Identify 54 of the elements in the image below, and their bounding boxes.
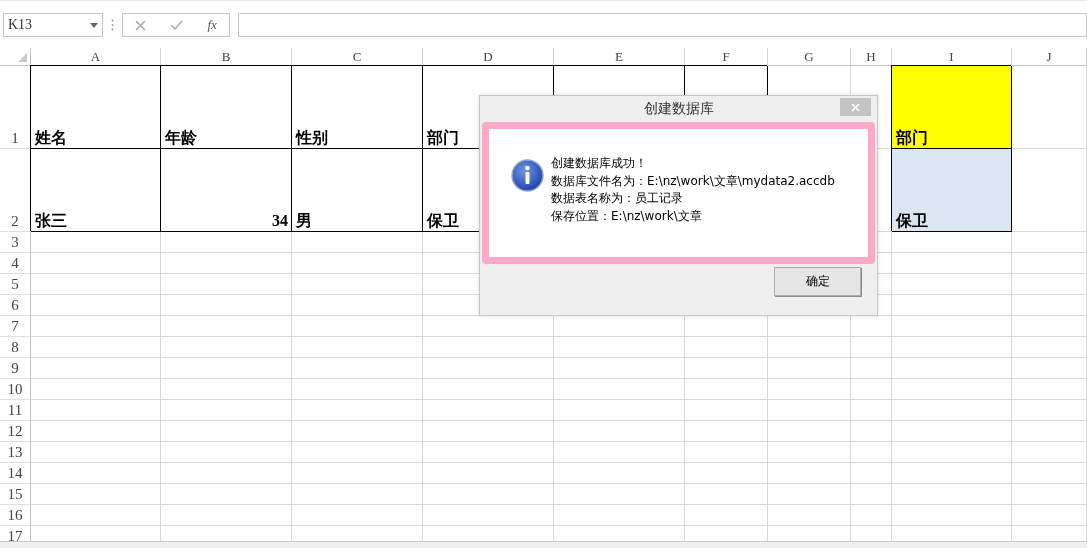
row-header[interactable]: 14 (0, 463, 31, 484)
check-icon[interactable] (170, 20, 184, 30)
table-cell: 男 (292, 149, 423, 232)
message-line: 数据库文件名为：E:\nz\work\文章\mydata2.accdb (551, 172, 835, 190)
table-cell: 部门 (892, 66, 1012, 149)
table-cell (851, 379, 892, 400)
table-cell (851, 421, 892, 442)
row-header[interactable]: 9 (0, 358, 31, 379)
caret-icon (90, 22, 98, 28)
info-icon (511, 159, 544, 192)
column-header[interactable]: H (851, 48, 892, 66)
row-header[interactable]: 6 (0, 295, 31, 316)
table-cell (851, 337, 892, 358)
message-line: 创建数据库成功！ (551, 155, 648, 172)
row-header[interactable]: 7 (0, 316, 31, 337)
table-cell (851, 484, 892, 505)
name-box[interactable]: K13 (3, 13, 103, 37)
row-header[interactable]: 10 (0, 379, 31, 400)
table-cell (851, 358, 892, 379)
table-cell: 姓名 (31, 66, 161, 149)
cell-reference: K13 (8, 17, 33, 33)
table-cell: 性别 (292, 66, 423, 149)
table-cell: 张三 (31, 149, 161, 232)
row-header[interactable]: 13 (0, 442, 31, 463)
column-header[interactable]: G (768, 48, 851, 66)
table-cell: 34 (161, 149, 292, 232)
ok-button[interactable]: 确定 (774, 267, 861, 296)
row-header[interactable]: 15 (0, 484, 31, 505)
table-cell: 年龄 (161, 66, 292, 149)
select-all-icon[interactable] (18, 53, 27, 62)
column-header[interactable]: E (554, 48, 685, 66)
close-icon (851, 102, 860, 112)
table-cell: 保卫 (892, 149, 1012, 232)
dialog-title: 创建数据库 (643, 100, 714, 118)
row-header[interactable]: 5 (0, 274, 31, 295)
message-line: 数据表名称为：员工记录 (551, 190, 684, 207)
table-cell (851, 505, 892, 526)
message-line: 保存位置：E:\nz\work\文章 (551, 207, 703, 225)
row-header[interactable]: 3 (0, 232, 31, 253)
column-header[interactable]: J (1012, 48, 1087, 66)
formula-input[interactable] (238, 13, 1087, 37)
row-header[interactable]: 11 (0, 400, 31, 421)
column-header[interactable]: F (685, 48, 768, 66)
dots-icon (111, 19, 114, 31)
row-header[interactable]: 8 (0, 337, 31, 358)
table-cell (851, 463, 892, 484)
row-header[interactable]: 16 (0, 505, 31, 526)
close-button[interactable] (840, 98, 871, 116)
row-header[interactable]: 12 (0, 421, 31, 442)
insert-function-button[interactable]: fx (207, 17, 217, 33)
table-cell (851, 442, 892, 463)
row-header[interactable]: 4 (0, 253, 31, 274)
table-cell (851, 400, 892, 421)
cancel-icon[interactable] (135, 19, 147, 31)
